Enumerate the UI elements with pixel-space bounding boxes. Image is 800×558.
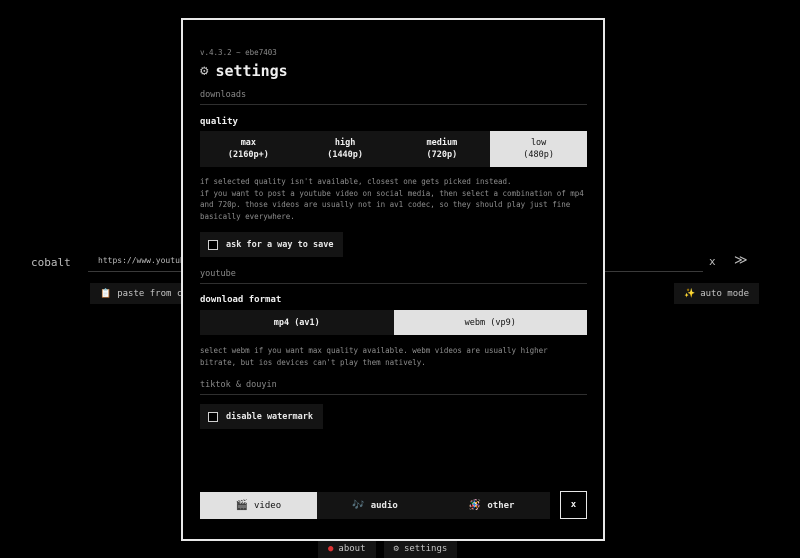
clipboard-icon: 📋 [100,288,112,299]
info-icon: ● [328,544,334,554]
download-go-button[interactable]: ≫ [734,253,748,268]
settings-footer-button[interactable]: ⚙ settings [383,540,458,558]
format-option-webm[interactable]: webm (vp9) [393,310,587,335]
title-text: settings [215,62,288,80]
settings-dialog: v.4.3.2 ~ ebe7403 ⚙ settings downloads q… [181,18,605,541]
disable-watermark-toggle[interactable]: disable watermark [200,404,323,429]
settings-footer-label: settings [403,544,448,554]
close-button[interactable]: x [560,491,587,519]
format-option-mp4[interactable]: mp4 (av1) [200,310,394,335]
quality-option-high[interactable]: high (1440p) [297,131,394,167]
option-sub: (2160p+) [227,150,269,160]
option-label: webm (vp9) [464,317,516,328]
tab-audio[interactable]: 🎶 audio [317,492,434,519]
tool-icon: 🪅 [468,500,482,511]
option-label: mp4 (av1) [273,317,320,328]
quality-selector: max (2160p+) high (1440p) medium (720p) … [200,131,587,167]
ask-save-toggle[interactable]: ask for a way to save [200,232,344,257]
quality-description: if selected quality isn't available, clo… [200,177,584,221]
tab-other[interactable]: 🪅 other [433,492,550,519]
section-divider [200,104,587,105]
section-downloads: downloads [200,90,247,100]
format-label: download format [200,295,282,305]
section-youtube: youtube [200,269,236,279]
tab-label: video [254,500,282,511]
auto-mode-button[interactable]: ✨ auto mode [674,283,759,304]
brand-logo: cobalt [31,256,71,269]
settings-tab-bar: 🎬 video 🎶 audio 🪅 other [200,492,550,519]
footer: ● about ⚙ settings [318,540,458,558]
option-sub: (1440p) [327,150,364,160]
tab-label: audio [370,500,398,511]
quality-label: quality [200,117,238,127]
auto-mode-label: auto mode [700,288,749,299]
section-tiktok: tiktok & douyin [200,380,277,390]
about-label: about [338,544,366,554]
format-description: select webm if you want max quality avai… [200,346,548,367]
clapper-icon: 🎬 [235,500,249,511]
quality-option-low[interactable]: low (480p) [490,131,587,167]
clear-input-button[interactable]: x [709,255,716,268]
section-divider [200,394,587,395]
option-label: max [240,138,257,148]
option-sub: (480p) [523,150,554,160]
tab-video[interactable]: 🎬 video [200,492,317,519]
checkbox[interactable] [208,239,218,250]
option-label: medium [426,138,458,148]
watermark-label: disable watermark [226,411,313,422]
gear-icon: ⚙ [200,63,209,79]
music-icon: 🎶 [352,500,365,511]
about-button[interactable]: ● about [318,540,376,558]
quality-option-medium[interactable]: medium (720p) [394,131,491,167]
quality-option-max[interactable]: max (2160p+) [200,131,297,167]
option-label: low [530,138,547,148]
dialog-title: ⚙ settings [200,62,288,80]
checkbox[interactable] [208,411,218,422]
tab-label: other [487,500,515,511]
option-sub: (720p) [426,150,458,160]
option-label: high [334,138,356,148]
ask-save-label: ask for a way to save [226,239,334,250]
format-selector: mp4 (av1) webm (vp9) [200,310,587,335]
gear-icon: ⚙ [393,544,399,554]
sparkles-icon: ✨ [684,288,696,299]
section-divider [200,283,587,284]
version-label: v.4.3.2 ~ ebe7403 [200,48,277,57]
